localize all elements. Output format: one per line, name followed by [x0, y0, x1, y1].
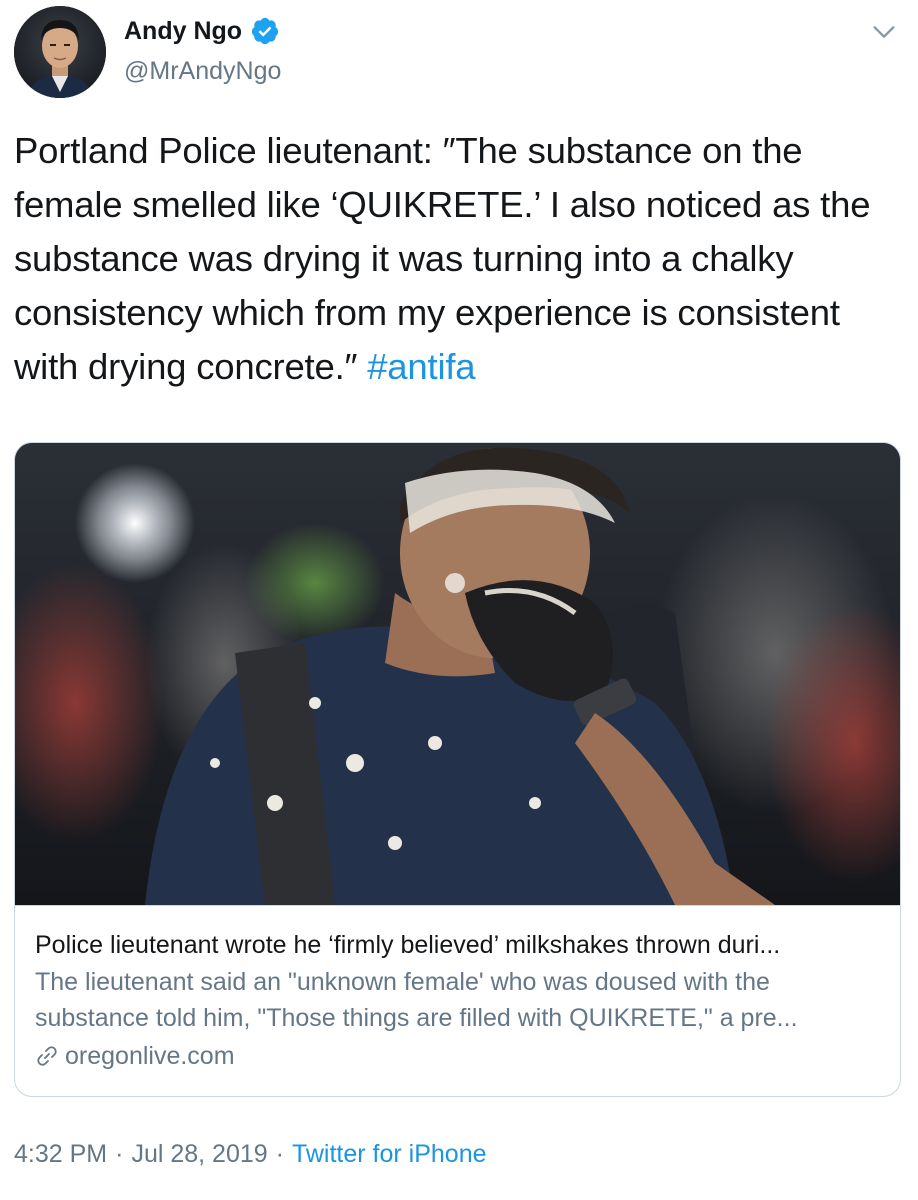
hashtag-link[interactable]: #antifa — [367, 346, 475, 387]
separator: · — [275, 1140, 284, 1168]
tweet-footer: 4:32 PM · Jul 28, 2019 · Twitter for iPh… — [14, 1136, 487, 1172]
link-icon — [37, 1046, 57, 1066]
avatar-image — [14, 6, 106, 98]
author-name-row[interactable]: Andy Ngo — [124, 14, 280, 48]
card-image — [15, 443, 900, 905]
card-title[interactable]: Police lieutenant wrote he ‘firmly belie… — [35, 928, 880, 962]
card-domain-text[interactable]: oregonlive.com — [65, 1038, 235, 1074]
avatar[interactable] — [14, 6, 106, 98]
card-domain[interactable]: oregonlive.com — [35, 1038, 880, 1074]
tweet-date[interactable]: Jul 28, 2019 — [131, 1136, 267, 1172]
display-name[interactable]: Andy Ngo — [124, 14, 242, 48]
chevron-down-icon[interactable] — [870, 18, 898, 46]
card-description: The lieutenant said an "unknown female' … — [35, 968, 798, 1032]
link-card[interactable]: Police lieutenant wrote he ‘firmly belie… — [14, 442, 901, 1097]
author-handle[interactable]: @MrAndyNgo — [124, 54, 281, 88]
card-meta[interactable]: Police lieutenant wrote he ‘firmly belie… — [15, 905, 900, 1096]
tweet-text: Portland Police lieutenant: ″The substan… — [14, 124, 904, 394]
card-photo — [15, 443, 900, 905]
tweet-source[interactable]: Twitter for iPhone — [292, 1136, 487, 1172]
tweet-time[interactable]: 4:32 PM — [14, 1136, 107, 1172]
separator: · — [115, 1140, 124, 1168]
verified-badge-icon — [251, 17, 279, 45]
tweet: Andy Ngo @MrAndyNgo Portland Police lieu… — [0, 0, 918, 1200]
